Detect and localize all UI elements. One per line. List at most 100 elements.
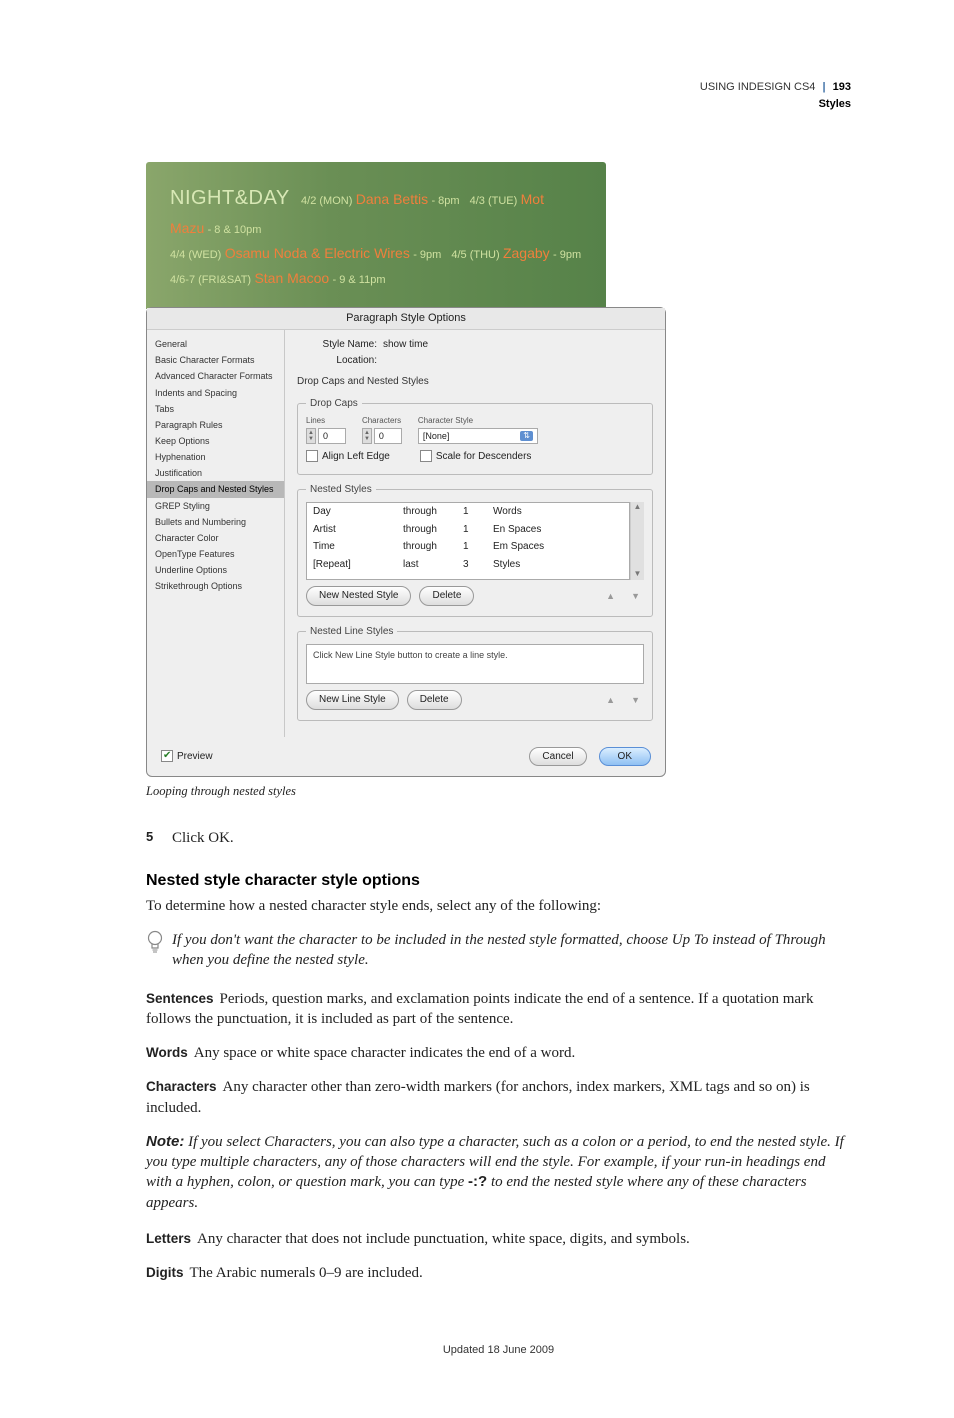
new-line-style-button[interactable]: New Line Style <box>306 690 399 710</box>
nested-legend: Nested Styles <box>306 483 376 497</box>
sidebar-general[interactable]: General <box>147 336 284 352</box>
location-label: Location: <box>297 354 377 368</box>
event4-artist: Zagaby <box>503 245 550 261</box>
sidebar-strike[interactable]: Strikethrough Options <box>147 578 284 594</box>
sidebar-grep[interactable]: GREP Styling <box>147 498 284 514</box>
move-down-icon[interactable]: ▼ <box>627 694 644 706</box>
charstyle-value: [None] <box>423 430 450 442</box>
event2-time: - 8 & 10pm <box>208 224 262 236</box>
event5-date: 4/6-7 (FRI&SAT) <box>170 274 251 286</box>
running-header: USING INDESIGN CS4 | 193 Styles <box>146 80 851 112</box>
event3-artist: Osamu Noda & Electric Wires <box>225 245 410 261</box>
delete-nested-button[interactable]: Delete <box>419 586 474 606</box>
dropcaps-group: Drop Caps Lines ▲▼ 0 Characters <box>297 397 653 475</box>
stepper-arrows-icon[interactable]: ▲▼ <box>306 428 316 444</box>
sidebar-opentype[interactable]: OpenType Features <box>147 546 284 562</box>
ok-button[interactable]: OK <box>599 747 651 767</box>
sidebar-underline[interactable]: Underline Options <box>147 562 284 578</box>
delete-line-button[interactable]: Delete <box>407 690 462 710</box>
lines-value[interactable]: 0 <box>318 428 346 444</box>
new-nested-style-button[interactable]: New Nested Style <box>306 586 411 606</box>
event3-date: 4/4 (WED) <box>170 249 221 261</box>
intro-text: To determine how a nested character styl… <box>146 896 851 916</box>
def-words: WordsAny space or white space character … <box>146 1043 851 1063</box>
move-up-icon[interactable]: ▲ <box>602 694 619 706</box>
header-divider: | <box>823 81 826 93</box>
sidebar-bullets[interactable]: Bullets and Numbering <box>147 514 284 530</box>
nested-row: [Repeat]last3Styles <box>307 556 629 574</box>
dropdown-caret-icon: ⇅ <box>520 431 533 442</box>
figure: NIGHT&DAY 4/2 (MON) Dana Bettis - 8pm 4/… <box>146 162 851 777</box>
def-digits: DigitsThe Arabic numerals 0–9 are includ… <box>146 1263 851 1283</box>
event1-artist: Dana Bettis <box>356 191 428 207</box>
dropcaps-legend: Drop Caps <box>306 397 362 411</box>
step-5: 5 Click OK. <box>146 828 851 848</box>
step-text: Click OK. <box>172 828 234 848</box>
sidebar-adv-char[interactable]: Advanced Character Formats <box>147 368 284 384</box>
preview-checkbox[interactable]: Preview <box>161 750 213 764</box>
event3-time: - 9pm <box>413 249 441 261</box>
linestyles-legend: Nested Line Styles <box>306 625 397 639</box>
heading-nested-options: Nested style character style options <box>146 870 851 892</box>
page-footer: Updated 18 June 2009 <box>146 1343 851 1358</box>
nested-scrollbar[interactable]: ▲▼ <box>630 502 644 580</box>
linestyles-hint: Click New Line Style button to create a … <box>306 644 644 684</box>
event1-date: 4/2 (MON) <box>301 195 352 207</box>
page-number: 193 <box>833 81 851 93</box>
event4-date: 4/5 (THU) <box>451 249 499 261</box>
def-sentences: SentencesPeriods, question marks, and ex… <box>146 989 851 1030</box>
lines-label: Lines <box>306 416 346 427</box>
chars-value[interactable]: 0 <box>374 428 402 444</box>
sidebar-basic-char[interactable]: Basic Character Formats <box>147 352 284 368</box>
nested-row: Daythrough1Words <box>307 503 629 521</box>
event5-artist: Stan Macoo <box>254 270 329 286</box>
example-banner: NIGHT&DAY 4/2 (MON) Dana Bettis - 8pm 4/… <box>146 162 606 310</box>
section-title: Drop Caps and Nested Styles <box>297 375 653 389</box>
nested-row: Artistthrough1En Spaces <box>307 521 629 539</box>
nested-styles-table[interactable]: Daythrough1Words Artistthrough1En Spaces… <box>306 502 630 580</box>
nested-row: Timethrough1Em Spaces <box>307 538 629 556</box>
nested-styles-group: Nested Styles Daythrough1Words Artistthr… <box>297 483 653 617</box>
sidebar-tabs[interactable]: Tabs <box>147 401 284 417</box>
event5-time: - 9 & 11pm <box>333 274 386 286</box>
section-name: Styles <box>146 97 851 112</box>
stepper-arrows-icon[interactable]: ▲▼ <box>362 428 372 444</box>
sidebar-hyphen[interactable]: Hyphenation <box>147 449 284 465</box>
sidebar-para-rules[interactable]: Paragraph Rules <box>147 417 284 433</box>
tip-text: If you don't want the character to be in… <box>172 930 851 971</box>
def-characters: CharactersAny character other than zero-… <box>146 1077 851 1118</box>
style-name-label: Style Name: <box>297 338 377 352</box>
style-name-value: show time <box>383 338 428 352</box>
sidebar-dropcaps[interactable]: Drop Caps and Nested Styles <box>147 481 284 497</box>
venue-name: NIGHT&DAY <box>170 187 290 209</box>
sidebar-keep[interactable]: Keep Options <box>147 433 284 449</box>
note-block: Note: If you select Characters, you can … <box>146 1132 851 1213</box>
sidebar-color[interactable]: Character Color <box>147 530 284 546</box>
charstyle-dropdown[interactable]: [None] ⇅ <box>418 428 538 444</box>
paragraph-style-dialog: Paragraph Style Options General Basic Ch… <box>146 307 666 777</box>
cancel-button[interactable]: Cancel <box>529 747 586 767</box>
figure-caption: Looping through nested styles <box>146 783 851 800</box>
def-letters: LettersAny character that does not inclu… <box>146 1229 851 1249</box>
dialog-sidebar: General Basic Character Formats Advanced… <box>147 330 285 736</box>
event1-time: - 8pm <box>431 195 459 207</box>
sidebar-justify[interactable]: Justification <box>147 465 284 481</box>
line-styles-group: Nested Line Styles Click New Line Style … <box>297 625 653 721</box>
tip-block: If you don't want the character to be in… <box>146 930 851 971</box>
scale-desc-checkbox[interactable]: Scale for Descenders <box>420 450 532 464</box>
sidebar-indents[interactable]: Indents and Spacing <box>147 385 284 401</box>
move-up-icon[interactable]: ▲ <box>602 590 619 602</box>
move-down-icon[interactable]: ▼ <box>627 590 644 602</box>
scroll-down-icon[interactable]: ▼ <box>631 569 644 580</box>
event2-date: 4/3 (TUE) <box>470 195 518 207</box>
chars-stepper[interactable]: ▲▼ 0 <box>362 428 402 444</box>
dialog-title: Paragraph Style Options <box>147 308 665 330</box>
scroll-up-icon[interactable]: ▲ <box>631 502 644 513</box>
doc-title: USING INDESIGN CS4 <box>700 81 816 93</box>
step-number: 5 <box>146 828 162 848</box>
event4-time: - 9pm <box>553 249 581 261</box>
align-left-checkbox[interactable]: Align Left Edge <box>306 450 390 464</box>
lines-stepper[interactable]: ▲▼ 0 <box>306 428 346 444</box>
charstyle-label: Character Style <box>418 416 644 427</box>
lightbulb-icon <box>146 930 166 971</box>
